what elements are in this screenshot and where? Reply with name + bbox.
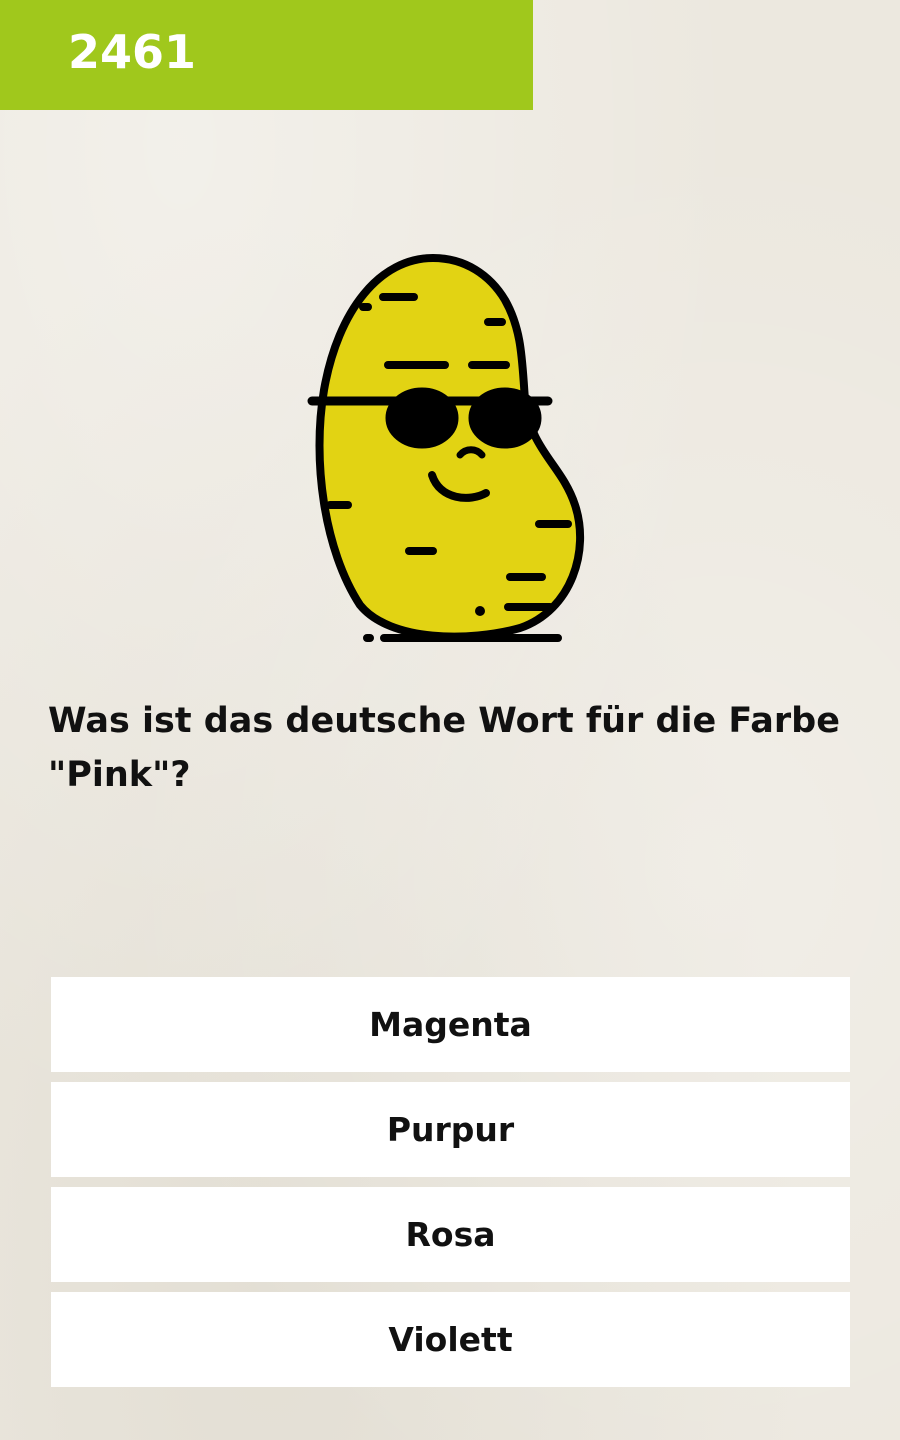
answer-label: Violett — [388, 1320, 513, 1359]
potato-with-sunglasses-icon — [300, 250, 600, 650]
answer-button-violett[interactable]: Violett — [51, 1292, 850, 1387]
answer-button-magenta[interactable]: Magenta — [51, 977, 850, 1072]
level-number: 2461 — [68, 25, 197, 79]
answer-label: Rosa — [405, 1215, 496, 1254]
question-text: Was ist das deutsche Wort für die Farbe … — [48, 701, 840, 795]
answer-list: Magenta Purpur Rosa Violett — [51, 977, 850, 1397]
answer-label: Purpur — [386, 1110, 515, 1149]
answer-button-rosa[interactable]: Rosa — [51, 1187, 850, 1282]
answer-label: Magenta — [369, 1005, 532, 1044]
answer-button-purpur[interactable]: Purpur — [51, 1082, 850, 1177]
level-banner: 2461 — [0, 0, 533, 110]
